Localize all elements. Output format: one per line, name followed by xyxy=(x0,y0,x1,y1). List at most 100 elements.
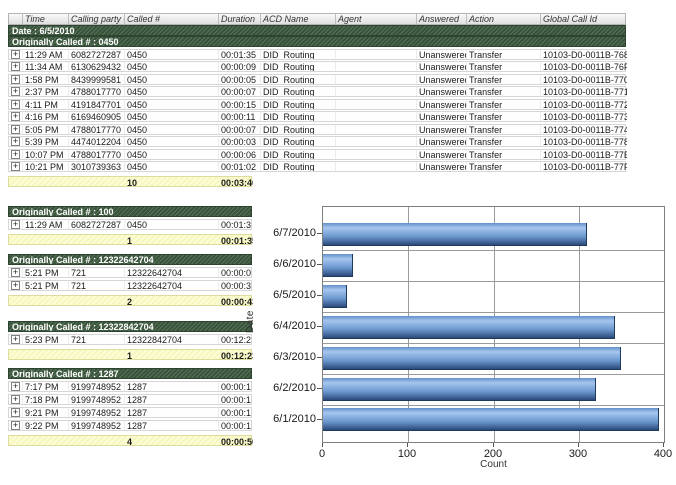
table-row[interactable]: +5:05 PM4788017770045000:00:07DID_Routin… xyxy=(8,124,626,135)
y-tick-mark xyxy=(317,295,322,296)
summary-total-duration: 00:00:43 xyxy=(219,296,253,305)
answered-cell: Unanswered xyxy=(417,162,467,171)
expand-cell: + xyxy=(9,62,23,71)
expand-button[interactable]: + xyxy=(11,281,20,290)
calling-party-cell: 9199748952 xyxy=(69,395,125,404)
acd-name-cell: DID_Routing xyxy=(261,125,336,134)
expand-button[interactable]: + xyxy=(11,75,20,84)
expand-button[interactable]: + xyxy=(11,137,20,146)
answered-cell: Unanswered xyxy=(417,50,467,59)
calling-party-cell: 4474012204 xyxy=(69,137,125,146)
called-number-cell: 0450 xyxy=(125,112,219,121)
table-row[interactable]: +2:37 PM4788017770045000:00:07DID_Routin… xyxy=(8,86,626,97)
table-row[interactable]: +4:16 PM6169460905045000:00:11DID_Routin… xyxy=(8,111,626,122)
y-tick-mark xyxy=(317,388,322,389)
table-row[interactable]: +4:11 PM4191847701045000:00:15DID_Routin… xyxy=(8,99,626,110)
calling-party-cell: 9199748952 xyxy=(69,408,125,417)
duration-cell: 00:00:15 xyxy=(219,100,261,109)
calling-party-cell: 6169460905 xyxy=(69,112,125,121)
y-tick-label: 6/6/2010 xyxy=(266,258,316,270)
expand-button[interactable]: + xyxy=(11,50,20,59)
table-row[interactable]: +5:21 PM7211232264270400:00:34 xyxy=(8,280,252,291)
expand-button[interactable]: + xyxy=(11,100,20,109)
column-header-time[interactable]: Time xyxy=(23,14,69,24)
duration-cell: 00:00:12 xyxy=(219,395,251,404)
calling-party-cell: 8439999581 xyxy=(69,75,125,84)
duration-cell: 00:00:07 xyxy=(219,87,261,96)
table-row[interactable]: +7:17 PM9199748952128700:00:13 xyxy=(8,381,252,392)
table-row[interactable]: +11:34 AM6130629432045000:00:09DID_Routi… xyxy=(8,61,626,72)
column-header-acd-name[interactable]: ACD Name xyxy=(261,14,336,24)
table-row[interactable]: +11:29 AM6082727287045000:01:35 xyxy=(8,219,252,230)
expand-button[interactable]: + xyxy=(11,125,20,134)
y-tick-label: 6/1/2010 xyxy=(266,413,316,425)
table-row[interactable]: +9:21 PM9199748952128700:00:14 xyxy=(8,407,252,418)
column-header-answered[interactable]: Answered xyxy=(417,14,467,24)
expand-button[interactable]: + xyxy=(11,395,20,404)
expand-cell: + xyxy=(9,408,23,417)
gridline-horizontal xyxy=(323,281,664,282)
table-row[interactable]: +5:39 PM4474012204045000:00:03DID_Routin… xyxy=(8,136,626,147)
table-row[interactable]: +10:07 PM4788017770045000:00:06DID_Routi… xyxy=(8,149,626,160)
answered-cell: Unanswered xyxy=(417,75,467,84)
time-cell: 11:34 AM xyxy=(23,62,69,71)
table-row[interactable]: +9:22 PM9199748952128700:00:11 xyxy=(8,420,252,431)
expand-cell: + xyxy=(9,112,23,121)
chart-bar xyxy=(323,254,353,277)
column-header-agent[interactable]: Agent xyxy=(336,14,417,24)
expand-cell: + xyxy=(9,281,23,290)
expand-button[interactable]: + xyxy=(11,382,20,391)
global-call-id-cell: 10103-D0-0011B-774 xyxy=(541,125,627,134)
answered-cell: Unanswered xyxy=(417,100,467,109)
summary-total-duration: 00:00:50 xyxy=(219,436,253,445)
expand-button[interactable]: + xyxy=(11,268,20,277)
expand-button[interactable]: + xyxy=(11,150,20,159)
duration-cell: 00:00:03 xyxy=(219,137,261,146)
time-cell: 5:05 PM xyxy=(23,125,69,134)
time-cell: 9:21 PM xyxy=(23,408,69,417)
called-number-cell: 0450 xyxy=(125,50,219,59)
expand-button[interactable]: + xyxy=(11,421,20,430)
column-header-action[interactable]: Action xyxy=(467,14,541,24)
expand-cell: + xyxy=(9,268,23,277)
calling-party-cell: 6082727287 xyxy=(69,220,125,229)
table-row[interactable]: +11:29 AM6082727287045000:01:35DID_Routi… xyxy=(8,49,626,60)
summary-spacer xyxy=(9,350,125,359)
expand-cell: + xyxy=(9,162,23,171)
table-row[interactable]: +5:23 PM7211232284270400:12:23 xyxy=(8,334,252,345)
duration-cell: 00:00:09 xyxy=(219,62,261,71)
summary-spacer xyxy=(9,436,125,445)
summary-count: 10 xyxy=(125,177,219,186)
call-group: Originally Called # : 12322642704+5:21 P… xyxy=(8,254,252,306)
expand-button[interactable]: + xyxy=(11,87,20,96)
expand-button[interactable]: + xyxy=(11,408,20,417)
table-row[interactable]: +5:21 PM7211232264270400:00:09 xyxy=(8,267,252,278)
time-cell: 1:58 PM xyxy=(23,75,69,84)
expand-button[interactable]: + xyxy=(11,62,20,71)
gridline-horizontal xyxy=(323,374,664,375)
expand-button[interactable]: + xyxy=(11,162,20,171)
column-header-calling-party[interactable]: Calling party # xyxy=(69,14,125,24)
duration-cell: 00:00:11 xyxy=(219,421,251,430)
called-number-cell: 0450 xyxy=(125,75,219,84)
table-row[interactable]: +7:18 PM9199748952128700:00:12 xyxy=(8,394,252,405)
expand-cell: + xyxy=(9,75,23,84)
summary-spacer xyxy=(9,177,125,186)
column-header-global-call-id[interactable]: Global Call Id xyxy=(541,14,627,24)
table-row[interactable]: +10:21 PM3010739363045000:01:02DID_Routi… xyxy=(8,161,626,172)
expand-button[interactable]: + xyxy=(11,220,20,229)
table-column-header-row: TimeCalling party #Called #DurationACD N… xyxy=(8,13,626,25)
y-tick-mark xyxy=(317,357,322,358)
expand-button[interactable]: + xyxy=(11,335,20,344)
column-header-called[interactable]: Called # xyxy=(125,14,219,24)
acd-name-cell: DID_Routing xyxy=(261,75,336,84)
column-header-duration[interactable]: Duration xyxy=(219,14,261,24)
time-cell: 7:18 PM xyxy=(23,395,69,404)
expand-button[interactable]: + xyxy=(11,112,20,121)
action-cell: Transfer xyxy=(467,100,541,109)
called-number-cell: 12322642704 xyxy=(125,281,219,290)
table-row[interactable]: +1:58 PM8439999581045000:00:05DID_Routin… xyxy=(8,74,626,85)
expand-cell: + xyxy=(9,87,23,96)
expand-cell: + xyxy=(9,137,23,146)
called-number-cell: 0450 xyxy=(125,137,219,146)
